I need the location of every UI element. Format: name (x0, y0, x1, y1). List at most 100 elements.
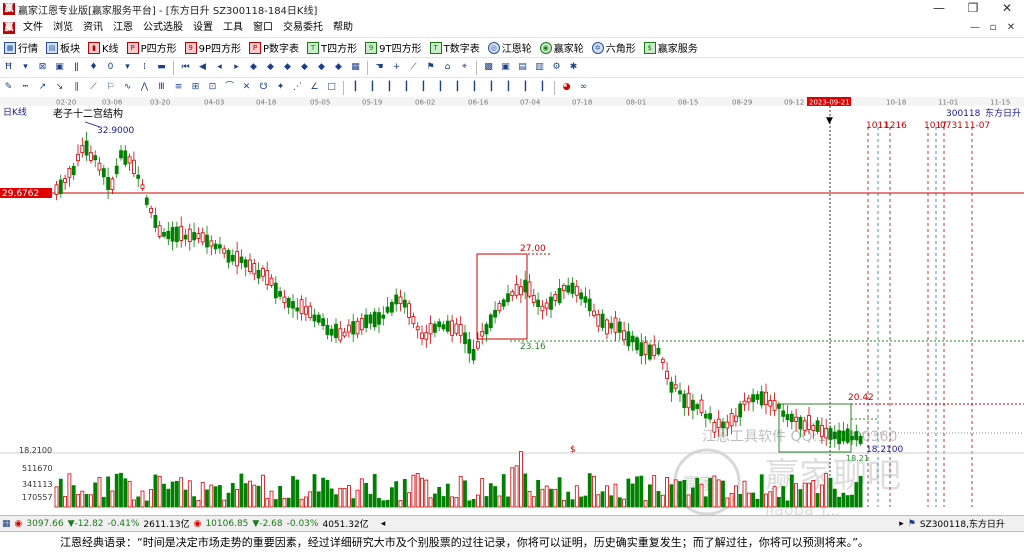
mountain-icon[interactable]: ⋀ (138, 81, 151, 94)
grid-status-icon[interactable]: ▦ (0, 519, 13, 529)
fan-lines-icon[interactable]: ⋰ (291, 81, 304, 94)
gann-grid-icon[interactable]: ⊞ (189, 81, 202, 94)
bar-tool-6-icon[interactable]: ┃ (434, 81, 447, 94)
menu-file[interactable]: 文件 (18, 18, 48, 37)
bar-tool-1-icon[interactable]: ┃ (349, 81, 362, 94)
parallel-icon[interactable]: ∥ (70, 81, 83, 94)
square-icon[interactable]: □ (325, 81, 338, 94)
toolbar-9t-square-button[interactable]: 9 9T四方形 (361, 38, 425, 58)
menu-window[interactable]: 窗口 (248, 18, 278, 37)
menu-browse[interactable]: 浏览 (48, 18, 78, 37)
line-tool-icon[interactable]: ⟋ (407, 61, 420, 74)
pen-icon[interactable]: ✎ (2, 81, 15, 94)
mdi-restore-button[interactable]: ▫ (984, 18, 1002, 37)
menu-gann[interactable]: 江恩 (108, 18, 138, 37)
minimize-button[interactable]: — (922, 0, 956, 18)
image-icon[interactable]: ▩ (482, 61, 495, 74)
fullscreen-icon[interactable]: ▬ (155, 61, 168, 74)
diamond-4-icon[interactable]: ◆ (298, 61, 311, 74)
candle-type-icon[interactable]: ♦ (87, 61, 100, 74)
bar-tool-3-icon[interactable]: ┃ (383, 81, 396, 94)
ruler-icon[interactable]: ⌖ (458, 61, 471, 74)
bar-tool-12-icon[interactable]: ┃ (536, 81, 549, 94)
dropdown-icon[interactable]: ▾ (19, 61, 32, 74)
x-icon[interactable]: ✕ (240, 81, 253, 94)
crosshair-icon[interactable]: + (390, 61, 403, 74)
dash-line-icon[interactable]: ┅ (19, 81, 32, 94)
indicator-icon[interactable]: ⁞ (138, 61, 151, 74)
flag-icon[interactable]: ⚐ (104, 81, 117, 94)
bar-tool-9-icon[interactable]: ┃ (485, 81, 498, 94)
menu-tools[interactable]: 工具 (218, 18, 248, 37)
toolbar-kline-button[interactable]: ▮ K线 (84, 38, 123, 58)
box-icon[interactable]: ⊡ (206, 81, 219, 94)
status-scroll-right-icon[interactable]: ▸ (897, 519, 906, 529)
candle-icon[interactable]: ǁ (70, 61, 83, 74)
angle-icon[interactable]: ∠ (308, 81, 321, 94)
status-scroll-left-icon[interactable]: ◂ (379, 519, 388, 529)
kline-chart[interactable]: 02-20 03-06 03-20 04-03 04-18 05-05 05-19 06-02… (0, 97, 1024, 519)
bar-tool-10-icon[interactable]: ┃ (502, 81, 515, 94)
period-icon[interactable]: 0 (104, 61, 117, 74)
arc-icon[interactable]: ⌒ (223, 81, 236, 94)
mdi-close-button[interactable]: ✕ (1002, 18, 1020, 37)
fib-icon[interactable]: ≡ (172, 81, 185, 94)
print-icon[interactable]: ▥ (533, 61, 546, 74)
mask-icon[interactable]: ✱ (567, 61, 580, 74)
fan-icon[interactable]: ⚑ (424, 61, 437, 74)
ray-icon[interactable]: ↘ (53, 81, 66, 94)
menu-help[interactable]: 帮助 (328, 18, 358, 37)
first-icon[interactable]: ⏮ (179, 61, 192, 74)
infinity-icon[interactable]: ∞ (577, 81, 590, 94)
hand-icon[interactable]: ☚ (373, 61, 386, 74)
toolbar-t-square-button[interactable]: T T四方形 (303, 38, 361, 58)
menu-formula[interactable]: 公式选股 (138, 18, 188, 37)
toolbar-9p-square-button[interactable]: 9 9P四方形 (181, 38, 245, 58)
bar-tool-11-icon[interactable]: ┃ (519, 81, 532, 94)
toolbar-quotes-button[interactable]: ▦ 行情 (0, 38, 42, 58)
bar-tool-7-icon[interactable]: ┃ (451, 81, 464, 94)
diamond-5-icon[interactable]: ◆ (315, 61, 328, 74)
shape-icon[interactable]: ⌂ (441, 61, 454, 74)
layout-icon[interactable]: ⊠ (36, 61, 49, 74)
chart-canvas[interactable]: 02-20 03-06 03-20 04-03 04-18 05-05 05-19 06-02… (0, 97, 1024, 519)
window-icon[interactable]: ▣ (53, 61, 66, 74)
bar-tool-2-icon[interactable]: ┃ (366, 81, 379, 94)
toolbar-gann-wheel-button[interactable]: ◎ 江恩轮 (484, 38, 536, 58)
bar-tool-4-icon[interactable]: ┃ (400, 81, 413, 94)
step-forward-icon[interactable]: ▸ (230, 61, 243, 74)
toolbar-t-table-button[interactable]: T T数字表 (426, 38, 484, 58)
toolbar-hexagon-button[interactable]: ✡ 六角形 (588, 38, 640, 58)
maximize-button[interactable]: ❐ (956, 0, 990, 18)
arrow-line-icon[interactable]: ↗ (36, 81, 49, 94)
bar-tool-8-icon[interactable]: ┃ (468, 81, 481, 94)
diamond-2-icon[interactable]: ◆ (264, 61, 277, 74)
menu-news[interactable]: 资讯 (78, 18, 108, 37)
diamond-1-icon[interactable]: ◆ (247, 61, 260, 74)
bar-tool-5-icon[interactable]: ┃ (417, 81, 430, 94)
menu-trade[interactable]: 交易委托 (278, 18, 328, 37)
prev-icon[interactable]: ◀ (196, 61, 209, 74)
column-icon[interactable]: Ⅲ (155, 81, 168, 94)
toolbar-p-table-button[interactable]: P P数字表 (245, 38, 303, 58)
wave-icon[interactable]: ∿ (121, 81, 134, 94)
close-button[interactable]: ✕ (990, 0, 1024, 18)
trend-icon[interactable]: ⟋ (87, 81, 100, 94)
toolbar-service-button[interactable]: $ 赢家服务 (640, 38, 702, 58)
grid-tool-icon[interactable]: ▦ (349, 61, 362, 74)
save-icon[interactable]: ▣ (499, 61, 512, 74)
diamond-3-icon[interactable]: ◆ (281, 61, 294, 74)
star-icon[interactable]: ✦ (274, 81, 287, 94)
mdi-minimize-button[interactable]: — (966, 18, 984, 37)
panel-icon[interactable]: ▤ (516, 61, 529, 74)
diamond-6-icon[interactable]: ◆ (332, 61, 345, 74)
cursor-mode-icon[interactable]: Ħ (2, 61, 15, 74)
toolbar-p-square-button[interactable]: P P四方形 (123, 38, 181, 58)
toolbar-sector-button[interactable]: ▤ 板块 (42, 38, 84, 58)
cycle-icon[interactable]: ☋ (257, 81, 270, 94)
color-wheel-icon[interactable]: ◕ (560, 81, 573, 94)
menu-settings[interactable]: 设置 (188, 18, 218, 37)
toolbar-winner-wheel-button[interactable]: ◉ 赢家轮 (536, 38, 588, 58)
period-dropdown-icon[interactable]: ▾ (121, 61, 134, 74)
step-back-icon[interactable]: ◂ (213, 61, 226, 74)
